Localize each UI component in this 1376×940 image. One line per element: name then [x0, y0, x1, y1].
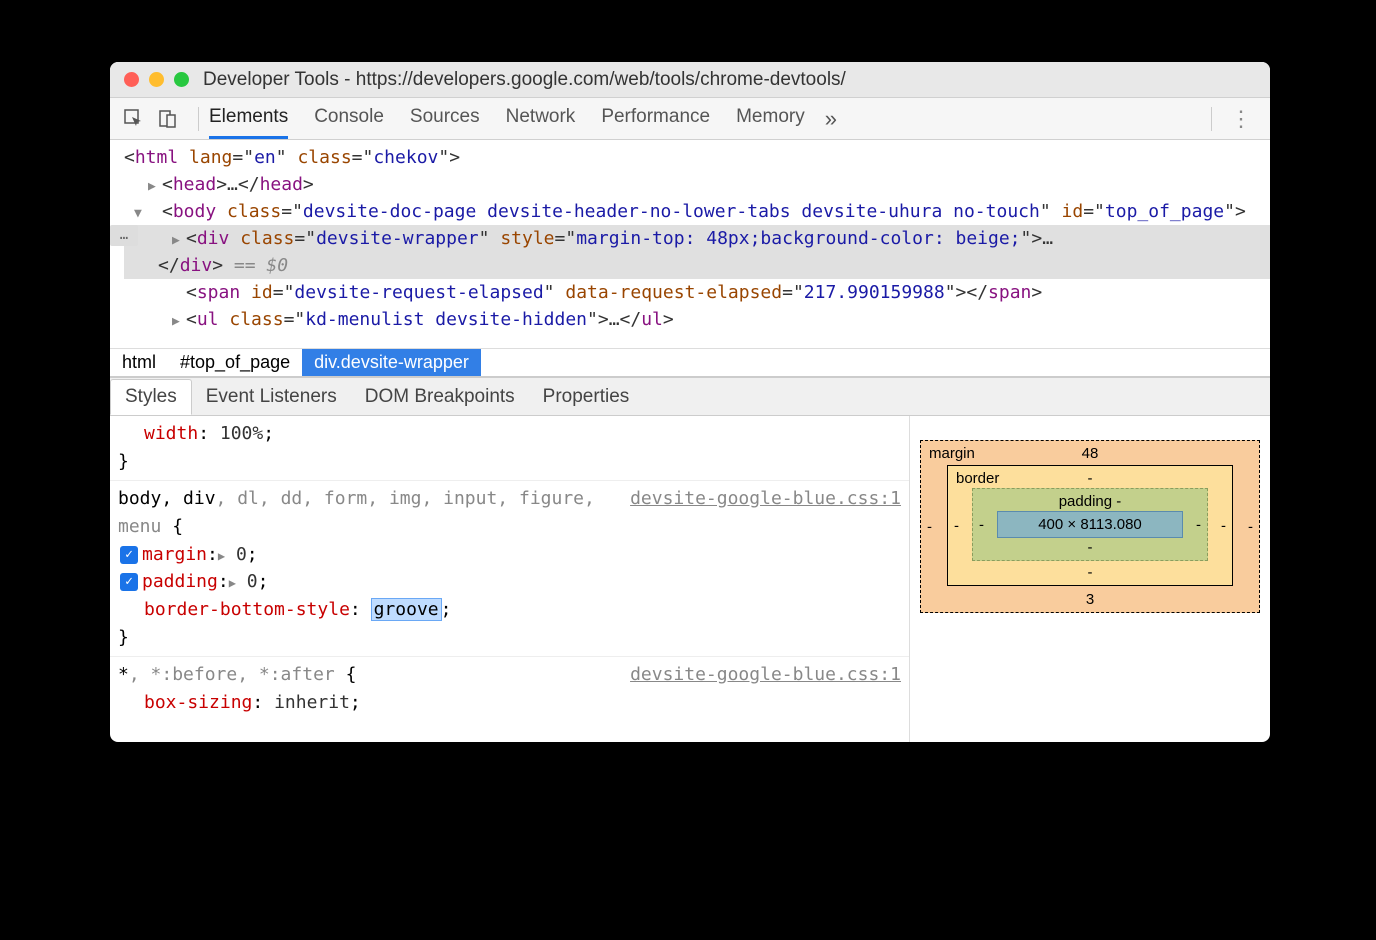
- close-icon[interactable]: [124, 72, 139, 87]
- box-model[interactable]: margin 48 - - 3 border - - - - padding -…: [910, 416, 1270, 742]
- toolbar: Elements Console Sources Network Perform…: [110, 98, 1270, 140]
- source-link[interactable]: devsite-google-blue.css:1: [630, 485, 901, 513]
- device-icon[interactable]: [154, 105, 182, 133]
- css-rule[interactable]: devsite-google-blue.css:1 body, div, dl,…: [110, 481, 909, 657]
- panel-tabs: Elements Console Sources Network Perform…: [209, 98, 805, 139]
- styles-pane[interactable]: width: 100%; } devsite-google-blue.css:1…: [110, 416, 910, 742]
- window-title: Developer Tools - https://developers.goo…: [203, 69, 846, 91]
- separator: [198, 107, 199, 131]
- stab-properties[interactable]: Properties: [529, 380, 644, 414]
- more-tabs-icon[interactable]: »: [825, 106, 837, 132]
- maximize-icon[interactable]: [174, 72, 189, 87]
- stab-styles[interactable]: Styles: [110, 379, 192, 415]
- crumb-html[interactable]: html: [110, 349, 168, 376]
- breadcrumb: html #top_of_page div.devsite-wrapper: [110, 348, 1270, 378]
- dom-node-html[interactable]: <html lang="en" class="chekov">: [124, 144, 1270, 171]
- traffic-lights: [124, 72, 189, 87]
- minimize-icon[interactable]: [149, 72, 164, 87]
- tab-sources[interactable]: Sources: [410, 98, 480, 139]
- dom-node-ul[interactable]: ▶<ul class="kd-menulist devsite-hidden">…: [124, 306, 1270, 333]
- css-rule[interactable]: devsite-google-blue.css:1 *, *:before, *…: [110, 657, 909, 721]
- separator: [1211, 107, 1212, 131]
- toggle-checkbox[interactable]: ✓: [120, 546, 138, 564]
- value-editor[interactable]: groove: [372, 599, 441, 620]
- dom-node-body[interactable]: ▼<body class="devsite-doc-page devsite-h…: [124, 198, 1270, 225]
- toggle-checkbox[interactable]: ✓: [120, 573, 138, 591]
- source-link[interactable]: devsite-google-blue.css:1: [630, 661, 901, 689]
- dom-tree[interactable]: <html lang="en" class="chekov"> ▶<head>……: [110, 140, 1270, 348]
- box-padding[interactable]: padding - - - - 400 × 8113.080: [972, 488, 1208, 561]
- box-margin[interactable]: margin 48 - - 3 border - - - - padding -…: [920, 440, 1260, 613]
- tab-performance[interactable]: Performance: [601, 98, 710, 139]
- tab-memory[interactable]: Memory: [736, 98, 805, 139]
- dom-node-selected[interactable]: … ▶<div class="devsite-wrapper" style="m…: [124, 225, 1270, 279]
- stab-listeners[interactable]: Event Listeners: [192, 380, 351, 414]
- crumb-body[interactable]: #top_of_page: [168, 349, 302, 376]
- dom-node-head[interactable]: ▶<head>…</head>: [124, 171, 1270, 198]
- devtools-window: Developer Tools - https://developers.goo…: [110, 62, 1270, 742]
- kebab-icon[interactable]: ⋮: [1222, 106, 1260, 132]
- styles-tabs: Styles Event Listeners DOM Breakpoints P…: [110, 378, 1270, 416]
- tab-console[interactable]: Console: [314, 98, 384, 139]
- ellipsis-icon[interactable]: …: [110, 225, 138, 246]
- tab-network[interactable]: Network: [506, 98, 576, 139]
- stab-dombp[interactable]: DOM Breakpoints: [351, 380, 529, 414]
- dom-node-span[interactable]: <span id="devsite-request-elapsed" data-…: [124, 279, 1270, 306]
- crumb-div[interactable]: div.devsite-wrapper: [302, 349, 481, 376]
- titlebar[interactable]: Developer Tools - https://developers.goo…: [110, 62, 1270, 98]
- inspect-icon[interactable]: [120, 105, 148, 133]
- box-border[interactable]: border - - - - padding - - - - 400 × 811…: [947, 465, 1233, 586]
- tab-elements[interactable]: Elements: [209, 98, 288, 139]
- css-rule[interactable]: width: 100%; }: [110, 416, 909, 481]
- box-content[interactable]: 400 × 8113.080: [997, 511, 1183, 538]
